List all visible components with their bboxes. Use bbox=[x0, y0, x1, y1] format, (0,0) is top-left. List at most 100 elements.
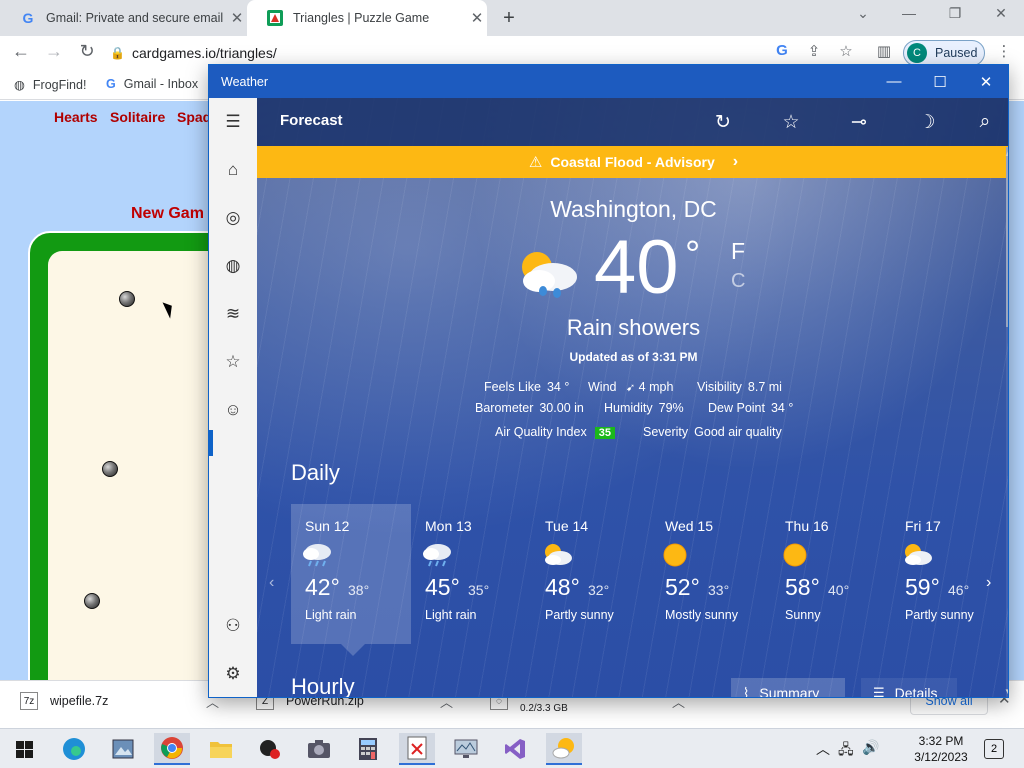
reload-icon[interactable]: ↻ bbox=[76, 41, 98, 62]
globe-icon[interactable]: ◍ bbox=[209, 246, 257, 286]
day-card[interactable]: Sun 12 42° 38° Light rain bbox=[291, 504, 411, 644]
photo-viewer-icon[interactable] bbox=[105, 733, 141, 765]
download-name: wipefile.7z bbox=[50, 694, 109, 708]
avatar: C bbox=[907, 43, 927, 63]
scroll-down-arrow-icon[interactable]: ▼ bbox=[1004, 687, 1008, 696]
new-tab-button[interactable]: + bbox=[498, 7, 520, 30]
bookmark-gmail[interactable]: G Gmail - Inbox bbox=[106, 77, 198, 91]
day-name: Mon 13 bbox=[425, 518, 472, 534]
vertical-scrollbar[interactable] bbox=[1006, 147, 1008, 697]
profile-status: Paused bbox=[935, 46, 978, 60]
weather-alert-banner[interactable]: ⚠ Coastal Flood - Advisory › bbox=[257, 146, 1008, 178]
forward-icon[interactable]: → bbox=[43, 41, 65, 62]
profile-button[interactable]: C Paused bbox=[903, 40, 985, 66]
tab-gmail[interactable]: G Gmail: Private and secure email a ✕ bbox=[0, 0, 247, 36]
volume-icon[interactable]: 🔊 bbox=[862, 739, 879, 756]
document-app-icon[interactable] bbox=[399, 733, 435, 765]
aqi-severity: Severity Good air quality bbox=[643, 425, 782, 439]
puzzle-icon bbox=[267, 10, 283, 26]
start-icon[interactable] bbox=[6, 733, 42, 765]
day-name: Wed 15 bbox=[665, 518, 713, 534]
life-icon[interactable]: ☺ bbox=[209, 390, 257, 430]
game-peg[interactable] bbox=[84, 593, 100, 609]
bookmark-label: Gmail - Inbox bbox=[123, 77, 199, 91]
air-quality-index[interactable]: Air Quality Index 35 bbox=[495, 425, 615, 439]
share-icon[interactable]: ⇪ bbox=[804, 42, 824, 60]
chevron-left-icon[interactable]: ‹ bbox=[269, 574, 274, 592]
day-card[interactable]: Fri 17 59° 46° Partly sunny bbox=[891, 504, 981, 644]
download-item[interactable]: 7z wipefile.7z ︿ bbox=[0, 681, 236, 721]
day-card[interactable]: Thu 16 58° 40° Sunny bbox=[771, 504, 891, 644]
google-lens-icon[interactable]: G bbox=[772, 42, 792, 59]
restore-icon[interactable]: ❐ bbox=[944, 5, 966, 22]
nav-link-spades[interactable]: Spad bbox=[177, 109, 211, 125]
file-explorer-icon[interactable] bbox=[203, 733, 239, 765]
game-peg[interactable] bbox=[102, 461, 118, 477]
label: Barometer bbox=[475, 401, 534, 415]
summary-label: Summary bbox=[759, 685, 820, 698]
notification-center-icon[interactable]: 2 bbox=[984, 739, 1004, 759]
game-peg[interactable] bbox=[119, 291, 135, 307]
day-card[interactable]: Wed 15 52° 33° Mostly sunny bbox=[651, 504, 771, 644]
favorite-places-icon[interactable]: ☆ bbox=[209, 342, 257, 382]
tab-search-icon[interactable]: ⌄ bbox=[852, 5, 874, 22]
new-game-link[interactable]: New Gam bbox=[131, 205, 204, 223]
camera-icon[interactable] bbox=[301, 733, 337, 765]
chrome-icon[interactable] bbox=[154, 733, 190, 765]
bookmark-star-icon[interactable]: ☆ bbox=[836, 42, 856, 60]
dark-mode-moon-icon[interactable]: ☽ bbox=[911, 106, 943, 138]
bookmark-frogfind[interactable]: ◍ FrogFind! bbox=[14, 77, 86, 93]
address-bar[interactable]: 🔒 cardgames.io/triangles/ bbox=[110, 39, 880, 67]
radar-maps-icon[interactable]: ◎ bbox=[209, 198, 257, 238]
nav-link-solitaire[interactable]: Solitaire bbox=[110, 109, 165, 125]
side-panel-icon[interactable]: ▥ bbox=[874, 42, 894, 60]
historical-weather-icon[interactable]: ≋ bbox=[209, 294, 257, 334]
close-window-icon[interactable]: ✕ bbox=[990, 5, 1012, 22]
menu-kebab-icon[interactable]: ⋮ bbox=[994, 42, 1014, 60]
page-title: Forecast bbox=[280, 112, 343, 129]
bug-app-icon[interactable] bbox=[252, 733, 288, 765]
maximize-icon[interactable]: ☐ bbox=[917, 65, 963, 98]
url-text: cardgames.io/triangles/ bbox=[132, 45, 277, 61]
minimize-icon[interactable]: — bbox=[898, 5, 920, 21]
pin-icon[interactable]: ⊸ bbox=[843, 106, 875, 138]
visual-studio-icon[interactable] bbox=[497, 733, 533, 765]
clock-time: 3:32 PM bbox=[918, 734, 964, 748]
summary-toggle-button[interactable]: ⌇ Summary bbox=[731, 678, 845, 698]
unit-fahrenheit[interactable]: F bbox=[731, 238, 745, 265]
edge-icon[interactable] bbox=[56, 733, 92, 765]
refresh-icon[interactable]: ↻ bbox=[707, 106, 739, 138]
day-card[interactable]: Mon 13 45° 35° Light rain bbox=[411, 504, 531, 644]
search-icon[interactable]: ⌕ bbox=[969, 106, 1001, 138]
monitor-app-icon[interactable] bbox=[448, 733, 484, 765]
calculator-icon[interactable] bbox=[350, 733, 386, 765]
hamburger-menu-icon[interactable]: ☰ bbox=[209, 102, 257, 142]
nav-link-hearts[interactable]: Hearts bbox=[54, 109, 98, 125]
network-icon[interactable]: 🖧 bbox=[838, 739, 854, 763]
chevron-up-icon[interactable]: ︿ bbox=[816, 739, 830, 759]
details-toggle-button[interactable]: ☰ Details bbox=[861, 678, 957, 697]
clock[interactable]: 3:32 PM 3/12/2023 bbox=[910, 733, 972, 765]
tab-triangles[interactable]: Triangles | Puzzle Game ✕ bbox=[247, 0, 487, 36]
back-icon[interactable]: ← bbox=[10, 41, 32, 62]
scrollbar-thumb[interactable] bbox=[1006, 147, 1008, 327]
account-icon[interactable]: ⚇ bbox=[209, 606, 257, 646]
home-icon[interactable]: ⌂ bbox=[209, 150, 257, 190]
rain-icon bbox=[423, 544, 451, 567]
close-icon[interactable]: ✕ bbox=[963, 65, 1008, 98]
chevron-right-icon[interactable]: › bbox=[986, 574, 991, 592]
day-card[interactable]: Tue 14 48° 32° Partly sunny bbox=[531, 504, 651, 644]
settings-gear-icon[interactable]: ⚙ bbox=[209, 654, 257, 694]
weather-app-icon[interactable] bbox=[546, 733, 582, 765]
weather-nav-rail: ☰ ⌂ ◎ ◍ ≋ ☆ ☺ ⚇ ⚙ bbox=[209, 98, 257, 697]
day-summary: Mostly sunny bbox=[665, 608, 738, 622]
close-tab-icon[interactable]: ✕ bbox=[467, 9, 487, 27]
minimize-icon[interactable]: — bbox=[871, 65, 917, 98]
label: Dew Point bbox=[708, 401, 765, 415]
favorite-star-icon[interactable]: ☆ bbox=[775, 106, 807, 138]
value: 34 ° bbox=[770, 401, 794, 415]
unit-celsius[interactable]: C bbox=[731, 270, 745, 293]
close-tab-icon[interactable]: ✕ bbox=[227, 9, 247, 27]
scroll-up-arrow-icon[interactable]: ▲ bbox=[1004, 149, 1008, 158]
daily-heading: Daily bbox=[291, 460, 340, 485]
